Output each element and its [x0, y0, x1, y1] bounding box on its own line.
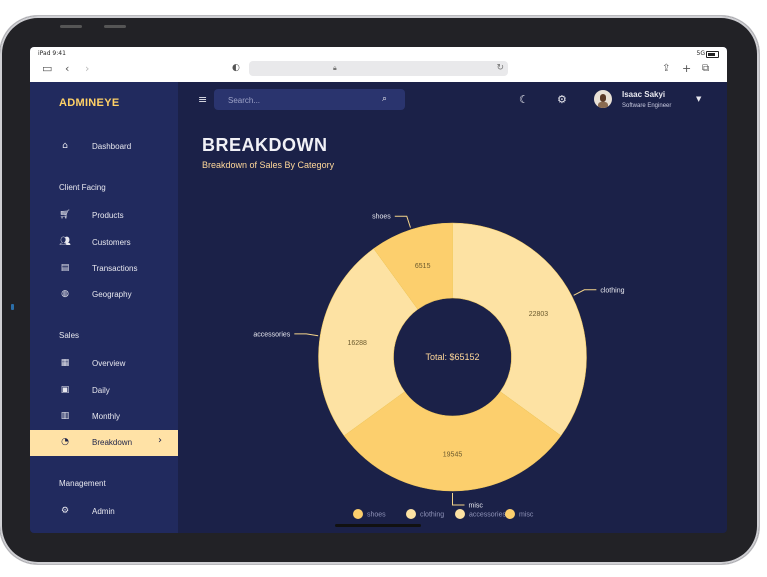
device-mark: [60, 25, 82, 28]
legend-swatch-shoes: [353, 509, 363, 519]
status-time: iPad 9:41: [38, 50, 66, 57]
address-bar[interactable]: 🔒︎ ↻: [249, 61, 508, 76]
screen: iPad 9:41 5G ▭ ‹ › ◐ 🔒︎ ↻ ⇪ + ⧉ ADMINEYE…: [30, 47, 727, 533]
slice-label-shoes: shoes: [372, 214, 391, 221]
new-tab-icon[interactable]: +: [682, 63, 691, 74]
receipt-icon: ▤: [60, 263, 70, 273]
menu-icon[interactable]: ≡: [198, 93, 207, 106]
sidebar-icon[interactable]: ▭: [42, 63, 52, 74]
search-icon[interactable]: ⌕: [382, 94, 387, 104]
chevron-down-icon[interactable]: ▼: [696, 95, 701, 103]
sidebar-item-label: Monthly: [92, 412, 121, 421]
sidebar-item-label: Overview: [92, 359, 126, 368]
search-box: ⌕: [214, 89, 405, 110]
donut-chart: 22803 19545 16288 6515 clothing misc accessori…: [253, 214, 625, 519]
pie-chart-icon: ◔: [61, 437, 69, 447]
sidebar: ADMINEYE ⌂ Dashboard Client Facing 🛒︎ Pr…: [30, 82, 178, 533]
brand-logo[interactable]: ADMINEYE: [59, 97, 119, 109]
leader-line-misc: [452, 493, 465, 506]
chart-overview-icon: ▦: [60, 358, 70, 368]
sidebar-item-monthly[interactable]: ▥ Monthly: [30, 404, 178, 430]
lock-icon: 🔒︎: [333, 64, 337, 72]
shield-icon[interactable]: ◐: [232, 63, 240, 74]
user-role: Software Engineer: [622, 103, 672, 109]
people-icon: 👥︎: [59, 237, 71, 247]
calendar-day-icon: ▣: [60, 385, 70, 395]
sidebar-item-label: Products: [92, 211, 124, 220]
tabs-icon[interactable]: ⧉: [702, 63, 709, 74]
breakdown-chart: 22803 19545 16288 6515 clothing misc accessori…: [178, 177, 727, 533]
gear-icon[interactable]: ⚙︎: [557, 93, 567, 106]
admin-icon: ⚙︎: [60, 506, 70, 516]
back-icon[interactable]: ‹: [65, 63, 69, 74]
legend-label-misc: misc: [519, 512, 534, 519]
globe-icon: ◍: [61, 289, 69, 299]
chevron-right-icon: ›: [158, 435, 162, 446]
legend-swatch-clothing: [406, 509, 416, 519]
reload-icon[interactable]: ↻: [496, 63, 504, 73]
sidebar-item-dashboard[interactable]: ⌂ Dashboard: [30, 134, 178, 160]
legend-label-shoes: shoes: [367, 512, 386, 519]
avatar-face: [600, 94, 606, 102]
leader-line-accessories: [294, 333, 319, 337]
home-icon: ⌂: [62, 141, 68, 151]
section-sales: Sales: [59, 331, 80, 340]
sidebar-item-label: Transactions: [92, 264, 138, 273]
avatar-body: [598, 102, 608, 108]
section-management: Management: [59, 479, 106, 488]
data-label-shoes: 6515: [415, 263, 431, 270]
cart-icon: 🛒︎: [59, 210, 71, 220]
sidebar-item-daily[interactable]: ▣ Daily: [30, 378, 178, 404]
battery-icon: [706, 51, 719, 58]
sidebar-item-admin[interactable]: ⚙︎ Admin: [30, 499, 178, 525]
sidebar-item-label: Admin: [92, 507, 115, 516]
legend-label-accessories: accessories: [469, 512, 506, 519]
sidebar-item-overview[interactable]: ▦ Overview: [30, 351, 178, 377]
slice-label-accessories: accessories: [253, 331, 290, 338]
legend-label-clothing: clothing: [420, 512, 444, 519]
sidebar-item-label: Daily: [92, 386, 110, 395]
sidebar-item-transactions[interactable]: ▤ Transactions: [30, 256, 178, 282]
legend-swatch-accessories: [455, 509, 465, 519]
status-signal: 5G: [696, 50, 705, 57]
calendar-month-icon: ▥: [60, 411, 70, 421]
legend-swatch-misc: [505, 509, 515, 519]
slice-label-clothing: clothing: [600, 287, 624, 294]
top-bar: ≡ ⌕ ☾ ⚙︎ Isaac Sakyi Software Engineer ▼: [178, 82, 727, 117]
section-client-facing: Client Facing: [59, 183, 106, 192]
sidebar-item-products[interactable]: 🛒︎ Products: [30, 203, 178, 229]
legend-item-shoes[interactable]: shoes: [353, 509, 386, 519]
center-total-label: Total: $65152: [425, 352, 479, 362]
sidebar-item-label: Customers: [92, 238, 131, 247]
legend-item-accessories[interactable]: accessories: [455, 509, 506, 519]
data-label-misc: 19545: [443, 452, 463, 459]
avatar[interactable]: [594, 90, 612, 108]
page-title: BREAKDOWN: [202, 135, 328, 155]
sidebar-item-label: Breakdown: [92, 438, 133, 447]
camera-dot: [11, 304, 14, 310]
forward-icon[interactable]: ›: [85, 63, 89, 74]
leader-line-clothing: [573, 289, 597, 296]
device-mark: [104, 25, 126, 28]
sidebar-item-customers[interactable]: 👥︎ Customers: [30, 230, 178, 256]
user-name[interactable]: Isaac Sakyi: [622, 90, 665, 99]
data-label-clothing: 22803: [529, 311, 549, 318]
search-input[interactable]: [226, 92, 370, 108]
legend-item-clothing[interactable]: clothing: [406, 509, 444, 519]
dark-mode-icon[interactable]: ☾: [519, 93, 529, 106]
leader-line-shoes: [394, 215, 411, 228]
legend-item-misc[interactable]: misc: [505, 509, 534, 519]
browser-chrome: iPad 9:41 5G ▭ ‹ › ◐ 🔒︎ ↻ ⇪ + ⧉: [30, 47, 727, 82]
sidebar-item-label: Dashboard: [92, 142, 132, 151]
home-indicator: [335, 524, 421, 527]
page-subtitle: Breakdown of Sales By Category: [202, 160, 335, 170]
data-label-accessories: 16288: [347, 340, 367, 347]
sidebar-item-breakdown[interactable]: ◔ Breakdown ›: [30, 430, 178, 456]
sidebar-item-geography[interactable]: ◍ Geography: [30, 282, 178, 308]
sidebar-item-label: Geography: [92, 290, 132, 299]
slice-label-misc: misc: [469, 503, 484, 510]
pie-slice-clothing[interactable]: [452, 222, 587, 437]
share-icon[interactable]: ⇪: [662, 63, 670, 74]
